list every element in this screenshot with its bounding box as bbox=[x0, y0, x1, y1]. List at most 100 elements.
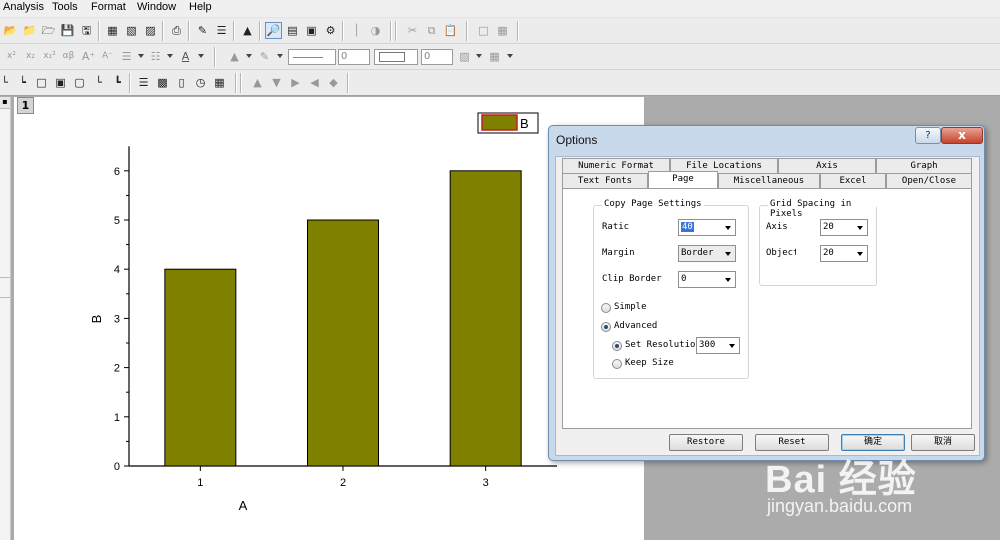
save-template-icon[interactable]: 🖫 bbox=[78, 22, 95, 39]
menu-format[interactable]: Format bbox=[91, 1, 126, 13]
y-tick-label: 0 bbox=[114, 461, 120, 473]
margin-combo[interactable]: Border bbox=[678, 245, 736, 262]
clip-border-combo[interactable]: 0 bbox=[678, 271, 736, 288]
arrow-tool-icon[interactable]: ▼ bbox=[268, 74, 285, 91]
notes-icon[interactable]: ✎ bbox=[194, 22, 211, 39]
set-resolution-radio[interactable] bbox=[612, 341, 622, 351]
add-layer-icon[interactable]: □ bbox=[475, 22, 492, 39]
timestamp-icon[interactable]: ◷ bbox=[192, 74, 209, 91]
shape-tool-icon[interactable]: ▲ bbox=[249, 74, 266, 91]
chevron-down-icon[interactable] bbox=[138, 54, 144, 58]
chevron-down-icon bbox=[729, 344, 735, 348]
import-wizard-icon[interactable]: ▨ bbox=[142, 22, 159, 39]
chevron-down-icon[interactable] bbox=[476, 54, 482, 58]
superscript-icon[interactable]: x² bbox=[3, 48, 20, 65]
align-icon[interactable]: ☰ bbox=[118, 48, 135, 65]
chevron-down-icon[interactable] bbox=[198, 54, 204, 58]
arrange-layers-icon[interactable]: ▦ bbox=[494, 22, 511, 39]
pin-icon[interactable]: ▪ bbox=[0, 97, 10, 109]
open-folder-icon[interactable]: 📂 bbox=[2, 22, 19, 39]
line-color-icon[interactable]: ✎ bbox=[256, 48, 273, 65]
open-excel-icon[interactable]: 🗁 bbox=[40, 22, 57, 39]
graph-toolbar: └ ┕ □ ▣ ▢ └ ┗ ☰ ▩ ▯ ◷ ▦ ▲ ▼ ▶ ◀ ◆ bbox=[0, 70, 1000, 96]
left-axis-icon[interactable]: □ bbox=[33, 74, 50, 91]
color-scale-icon[interactable]: ▯ bbox=[173, 74, 190, 91]
border-width-combo[interactable]: 0 bbox=[421, 49, 453, 65]
toolbar-separator bbox=[342, 21, 344, 41]
tab-open-close[interactable]: Open/Close bbox=[886, 173, 972, 188]
tab-excel[interactable]: Excel bbox=[820, 173, 886, 188]
project-explorer-icon[interactable]: ▲ bbox=[239, 22, 256, 39]
tab-axis[interactable]: Axis bbox=[778, 158, 876, 173]
box-axis-icon[interactable]: ▢ bbox=[71, 74, 88, 91]
open-template-icon[interactable]: 📁 bbox=[21, 22, 38, 39]
recalculate-icon[interactable]: ◑ bbox=[367, 22, 384, 39]
new-layout-icon[interactable]: ▤ bbox=[284, 22, 301, 39]
copy-icon[interactable]: ⧉ bbox=[423, 22, 440, 39]
axis-spacing-combo[interactable]: 20 bbox=[820, 219, 868, 236]
pattern-icon[interactable]: ▧ bbox=[456, 48, 473, 65]
panel-divider bbox=[0, 277, 10, 278]
new-function-icon[interactable]: ▣ bbox=[303, 22, 320, 39]
results-log-icon[interactable]: ☰ bbox=[213, 22, 230, 39]
paste-icon[interactable]: 📋 bbox=[442, 22, 459, 39]
offset-axis-icon[interactable]: ┗ bbox=[109, 74, 126, 91]
tab-graph[interactable]: Graph bbox=[876, 158, 972, 173]
chevron-down-icon[interactable] bbox=[277, 54, 283, 58]
font-color-icon[interactable]: A bbox=[177, 48, 194, 65]
layer-tab[interactable]: 1 bbox=[17, 97, 34, 114]
polygon-tool-icon[interactable]: ◆ bbox=[325, 74, 342, 91]
box-style-combo[interactable] bbox=[374, 49, 418, 65]
right-axis-icon[interactable]: ▣ bbox=[52, 74, 69, 91]
help-button[interactable]: ? bbox=[915, 127, 941, 144]
close-button[interactable]: x bbox=[941, 127, 983, 144]
code-builder-icon[interactable]: ⚙ bbox=[322, 22, 339, 39]
cut-icon[interactable]: ✂ bbox=[404, 22, 421, 39]
chevron-down-icon[interactable] bbox=[507, 54, 513, 58]
add-column-icon[interactable]: │ bbox=[348, 22, 365, 39]
axes-icon[interactable]: └ bbox=[0, 74, 13, 91]
resolution-combo[interactable]: 300 bbox=[696, 337, 740, 354]
supersub-icon[interactable]: x₁² bbox=[41, 48, 58, 65]
top-axis-icon[interactable]: └ bbox=[90, 74, 107, 91]
tab-text-fonts[interactable]: Text Fonts bbox=[562, 173, 648, 188]
chevron-down-icon[interactable] bbox=[167, 54, 173, 58]
menu-window[interactable]: Window bbox=[137, 1, 176, 13]
layer-icon-icon[interactable]: ▩ bbox=[154, 74, 171, 91]
simple-radio[interactable] bbox=[601, 303, 611, 313]
tab-page[interactable]: Page bbox=[648, 171, 718, 188]
keep-size-radio[interactable] bbox=[612, 359, 622, 369]
tab-miscellaneous[interactable]: Miscellaneous bbox=[718, 173, 820, 188]
restore-button[interactable]: Restore bbox=[669, 434, 743, 451]
ratio-combo[interactable]: 40 bbox=[678, 219, 736, 236]
grid-icon[interactable]: ▦ bbox=[486, 48, 503, 65]
decrease-font-icon[interactable]: A⁻ bbox=[99, 48, 116, 65]
menu-tools[interactable]: Tools bbox=[52, 1, 78, 13]
object-spacing-combo[interactable]: 20 bbox=[820, 245, 868, 262]
line-width-combo[interactable]: 0 bbox=[338, 49, 370, 65]
menu-help[interactable]: Help bbox=[189, 1, 212, 13]
greek-icon[interactable]: αβ bbox=[60, 48, 77, 65]
legend-icon[interactable]: ☰ bbox=[135, 74, 152, 91]
axes-frame-icon[interactable]: ┕ bbox=[14, 74, 31, 91]
increase-font-icon[interactable]: A⁺ bbox=[80, 48, 97, 65]
line-spacing-icon[interactable]: ☷ bbox=[147, 48, 164, 65]
subscript-icon[interactable]: x₂ bbox=[22, 48, 39, 65]
import-multiple-icon[interactable]: ▧ bbox=[123, 22, 140, 39]
advanced-radio[interactable] bbox=[601, 322, 611, 332]
panel-divider bbox=[0, 297, 10, 298]
simple-label: Simple bbox=[614, 302, 647, 312]
line-style-combo[interactable] bbox=[288, 49, 336, 65]
save-icon[interactable]: 💾 bbox=[59, 22, 76, 39]
chevron-down-icon[interactable] bbox=[246, 54, 252, 58]
fill-color-icon[interactable]: ▲ bbox=[226, 48, 243, 65]
bar bbox=[307, 219, 379, 467]
print-icon[interactable]: ⎙ bbox=[168, 22, 185, 39]
new-graph-icon[interactable]: 🔎 bbox=[265, 22, 282, 39]
menu-analysis[interactable]: Analysis bbox=[3, 1, 44, 13]
toolbar-separator bbox=[390, 21, 392, 41]
import-ascii-icon[interactable]: ▦ bbox=[104, 22, 121, 39]
table-icon[interactable]: ▦ bbox=[211, 74, 228, 91]
curve-tool-icon[interactable]: ▶ bbox=[287, 74, 304, 91]
region-tool-icon[interactable]: ◀ bbox=[306, 74, 323, 91]
